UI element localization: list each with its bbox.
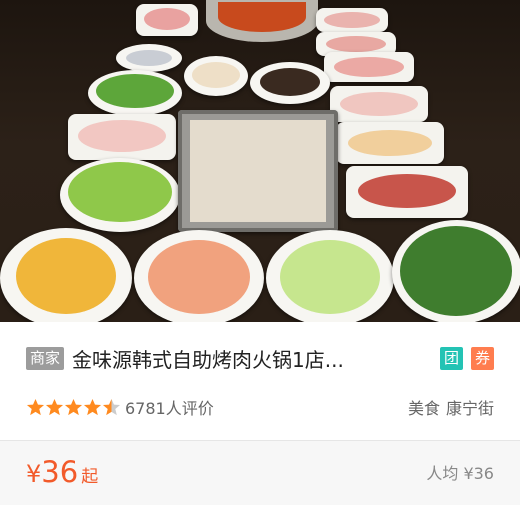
grill-plate-image [178,110,338,232]
area-label: 康宁街 [445,399,494,418]
hotpot-image [206,0,318,42]
shop-title[interactable]: 金味源韩式自助烤肉火锅1店... [72,344,432,373]
average-price: 人均 ¥36 [426,464,494,483]
star-icon [102,398,121,415]
price-row: ¥ 36 起 人均 ¥36 [26,452,494,492]
star-icon [45,398,64,415]
rating-row: 6781人评价 美食 康宁街 [26,393,494,421]
price-suffix: 起 [81,467,99,487]
group-buy-tag: 团 [440,346,463,370]
star-icon [26,398,45,415]
star-icon [83,398,102,415]
price-currency: ¥ [26,460,42,488]
category-label: 美食 [407,399,440,418]
coupon-tag: 券 [471,346,494,370]
star-rating [26,398,121,417]
price: ¥ 36 起 [26,455,98,489]
price-amount: 36 [41,455,79,489]
deal-card[interactable]: 商家 金味源韩式自助烤肉火锅1店... 团 券 6781人评价 美食 康宁街 ¥… [0,0,520,505]
listing-photo[interactable] [0,0,520,322]
category-area: 美食 康宁街 [408,395,494,419]
star-icon [64,398,83,415]
listing-title-row[interactable]: 商家 金味源韩式自助烤肉火锅1店... 团 券 [26,340,494,376]
review-count: 6781人评价 [125,399,214,418]
merchant-badge: 商家 [26,346,65,370]
